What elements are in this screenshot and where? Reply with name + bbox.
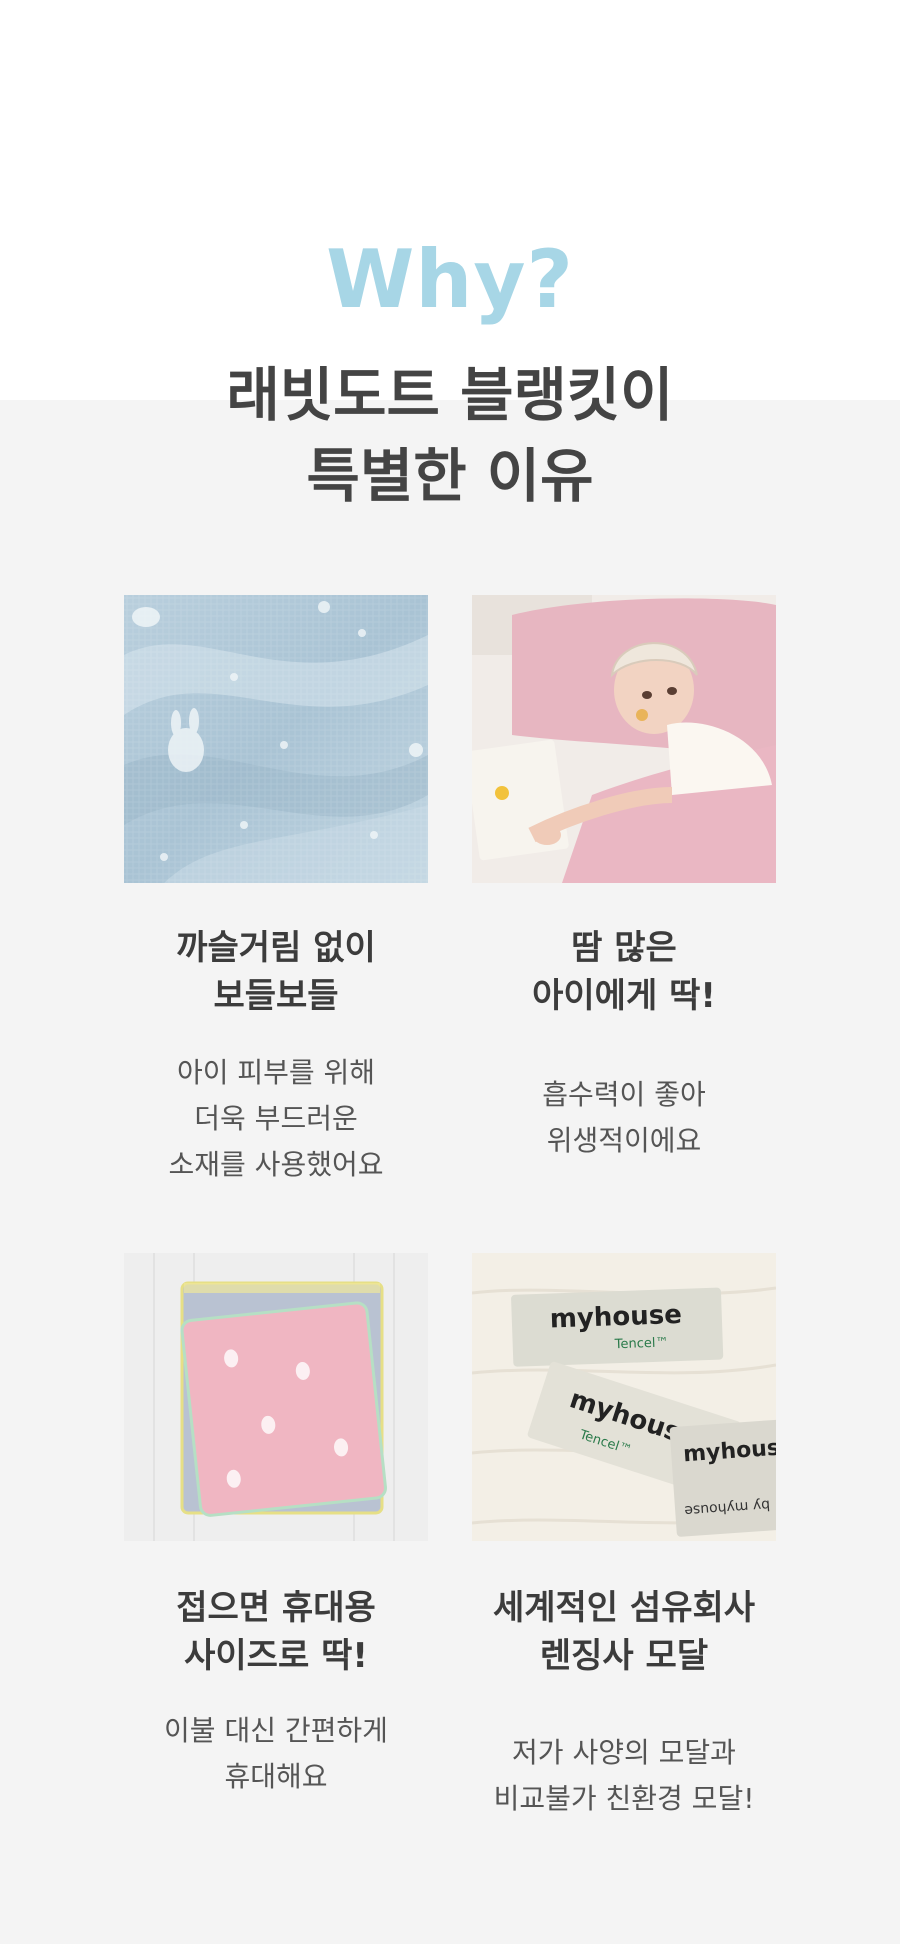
card-3-title-line-1: 접으면 휴대용 — [176, 1588, 376, 1628]
brand-labels-image: myhouse Tencel™ myhouse Tencel™ myhouse … — [472, 1253, 776, 1541]
card-4-title-line-2: 렌징사 모달 — [539, 1636, 709, 1676]
card-4-description: 저가 사양의 모달과 비교불가 친환경 모달! — [444, 1730, 804, 1822]
label-tencel-text-1: Tencel™ — [613, 1335, 668, 1352]
card-3-desc-line-1: 이불 대신 간편하게 — [164, 1714, 388, 1747]
card-3-description: 이불 대신 간편하게 휴대해요 — [96, 1708, 456, 1800]
card-1-title-line-1: 까슬거림 없이 — [176, 928, 376, 968]
card-2-title: 땀 많은 아이에게 딱! — [444, 924, 804, 1020]
card-3-desc-line-2: 휴대해요 — [224, 1760, 328, 1793]
card-1-title-line-2: 보들보들 — [213, 976, 339, 1016]
page-title-line-1: 래빗도트 블랭킷이 — [226, 361, 674, 429]
page-title-line-2: 특별한 이유 — [306, 442, 594, 510]
card-2-desc-line-2: 위생적이에요 — [546, 1124, 702, 1157]
folded-blankets-image — [124, 1253, 428, 1541]
card-2-desc-line-1: 흡수력이 좋아 — [542, 1078, 706, 1111]
card-4-desc-line-2: 비교불가 친환경 모달! — [493, 1782, 755, 1815]
card-1-title: 까슬거림 없이 보들보들 — [96, 924, 456, 1020]
card-3-title: 접으면 휴대용 사이즈로 딱! — [96, 1584, 456, 1680]
card-1-desc-line-3: 소재를 사용했어요 — [168, 1148, 384, 1181]
card-4-title: 세계적인 섬유회사 렌징사 모달 — [444, 1584, 804, 1680]
card-2-title-line-2: 아이에게 딱! — [532, 976, 716, 1016]
card-1-description: 아이 피부를 위해 더욱 부드러운 소재를 사용했어요 — [96, 1050, 456, 1188]
card-4-title-line-1: 세계적인 섬유회사 — [492, 1588, 756, 1628]
blue-fabric-image — [124, 595, 428, 883]
card-2-title-line-1: 땀 많은 — [571, 928, 677, 968]
card-1-desc-line-2: 더욱 부드러운 — [194, 1102, 358, 1135]
card-3-title-line-2: 사이즈로 딱! — [184, 1636, 368, 1676]
card-1-desc-line-1: 아이 피부를 위해 — [176, 1056, 376, 1089]
why-heading: Why? — [326, 233, 574, 326]
card-2-description: 흡수력이 좋아 위생적이에요 — [444, 1072, 804, 1164]
baby-photo-image — [472, 595, 776, 883]
card-4-desc-line-1: 저가 사양의 모달과 — [512, 1736, 736, 1769]
page-title: 래빗도트 블랭킷이 특별한 이유 — [0, 355, 900, 517]
label-brand-text-1: myhouse — [549, 1300, 682, 1335]
